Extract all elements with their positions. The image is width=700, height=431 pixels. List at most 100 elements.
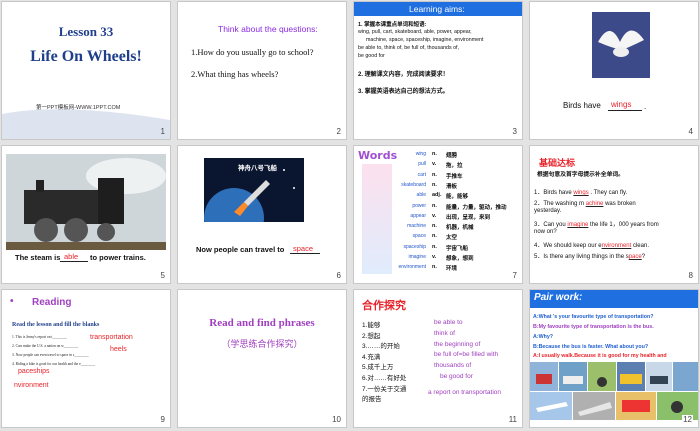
vocab-meaning: 拖，拉 <box>446 163 463 170</box>
vocab-meaning: 出现，呈现，来到 <box>446 214 491 221</box>
aim-1: 1. 掌握本课重点单词和短语: <box>358 22 427 28</box>
slide-3-thumbnail[interactable]: Learning aims: 1. 掌握本课重点单词和短语: wing, pul… <box>354 2 522 139</box>
aim-phrases-1: be able to, think of, be full of, thousa… <box>358 45 460 51</box>
aim-words-2: machine, space, spaceship, imagine, envi… <box>366 37 484 43</box>
sentence-end: to power trains. <box>90 253 146 262</box>
lesson-number: Lesson 33 <box>58 24 114 39</box>
vocab-part-of-speech: n. <box>432 264 437 271</box>
english-phrase: the beginning of <box>434 341 481 348</box>
vocab-part-of-speech: v. <box>432 212 437 219</box>
slide-1-thumbnail[interactable]: Lesson 33 Life On Wheels! 第一PPT模板网-WWW.1… <box>2 2 170 139</box>
chinese-phrase: 的报告 <box>362 396 382 404</box>
english-phrase: be full of=be filled with <box>434 351 499 358</box>
slide-8-thumbnail[interactable]: 基础达标 根据句意及首字母提示补全单词。 1．Birds have wings … <box>530 146 698 283</box>
phrases-title: Read and find phrases <box>209 317 315 329</box>
exercise-1: 1．Birds have wings . They can fly. <box>534 190 628 196</box>
reading-instruction: Read the lesson and fill the blanks <box>12 322 100 328</box>
vocab-part-of-speech: n. <box>432 243 437 250</box>
chinese-phrase: 6.对……有好处 <box>362 375 407 382</box>
cooperation-title: 合作探究 <box>362 300 406 312</box>
slide-number: 11 <box>508 415 517 424</box>
answer-transportation: transportation <box>90 334 133 341</box>
slide-number: 3 <box>512 127 517 136</box>
vocab-word: able <box>416 192 426 199</box>
slide-footer: 第一PPT模板网-WWW.1PPT.COM <box>36 105 121 111</box>
vocab-part-of-speech: n. <box>432 181 437 188</box>
blank-2: 2. Cars make the U.S. a nation on w_____… <box>12 344 79 348</box>
exercise-title: 基础达标 <box>539 158 576 168</box>
learning-aims-title: Learning aims: <box>409 4 465 14</box>
answer-pace: pace <box>628 254 642 260</box>
slide-7-thumbnail[interactable]: Words wing n. 翅膀 pull v. 拖，拉 cart n. 手推车 skateboa… <box>354 146 522 283</box>
vocab-word: machine <box>407 223 426 230</box>
slide-number: 10 <box>332 415 341 424</box>
aim-words-1: wing, pull, cart, skateboard, able, powe… <box>358 29 472 35</box>
answer-nvironment: nvironment <box>601 243 632 249</box>
exercise-5: 5．Is there any living things in the spac… <box>534 254 646 260</box>
aim-2: 2. 理解课文内容，完成阅读要求！ <box>358 72 449 78</box>
slide-number: 12 <box>682 415 693 424</box>
blank-3: 3. Now people can even travel to space i… <box>12 353 89 357</box>
slide-11-thumbnail[interactable]: 合作探究 1.能够 2.想起 3.……的开始 4.充满 5.成千上万 6.对……有好处 7.… <box>354 290 522 427</box>
exercise-2-cont: yesterday. <box>534 208 562 214</box>
vocab-meaning: 能，能够 <box>446 194 469 201</box>
slide-number: 9 <box>160 415 165 424</box>
slide-12-thumbnail[interactable]: Pair work: A:What 's your favourite type… <box>530 290 698 427</box>
vocab-meaning: 翅膀 <box>446 153 458 159</box>
vocab-part-of-speech: n. <box>432 233 437 240</box>
questions-heading: Think about the questions: <box>218 24 318 34</box>
slide-2-thumbnail[interactable]: Think about the questions: 1.How do you … <box>178 2 346 139</box>
dialogue-a2: B:Because the bus is faster. What about … <box>533 344 649 350</box>
transportation-photos <box>530 362 698 420</box>
aim-3: 3. 掌握英语表达自己的想法方式。 <box>358 89 449 95</box>
vocab-meaning: 宇宙飞船 <box>446 245 469 252</box>
vocab-word: imagine <box>408 254 426 260</box>
vocab-part-of-speech: n. <box>432 151 437 157</box>
bullet: • <box>10 296 14 307</box>
vocab-word: cart <box>417 171 426 178</box>
reading-title: Reading <box>32 297 72 308</box>
bird-image <box>592 12 650 78</box>
answer-blank-line <box>60 261 88 262</box>
lesson-title: Life On Wheels! <box>30 48 142 65</box>
dialogue-q1: A:What 's your favourite type of transpo… <box>533 314 654 320</box>
slide-number: 6 <box>336 271 341 280</box>
slide-10-thumbnail[interactable]: Read and find phrases （学思练合作探究） 10 <box>178 290 346 427</box>
answer-blank-line <box>290 253 320 254</box>
chinese-phrase: 4.充满 <box>362 353 381 361</box>
sentence-start: Birds have <box>563 101 601 110</box>
caption: Now people can travel to <box>196 245 285 254</box>
vocab-meaning: 能量，力量，驱动，推动 <box>446 204 507 211</box>
pair-work-title: Pair work: <box>534 292 583 303</box>
slide-1-background <box>2 2 170 139</box>
answer-paceships: paceships <box>18 368 50 375</box>
slide-4-thumbnail[interactable]: Birds have wings . 4 <box>530 2 698 139</box>
answer-able: able <box>64 252 79 261</box>
slide-5-thumbnail[interactable]: The steam is able to power trains. 5 <box>2 146 170 283</box>
vocab-word: appear <box>410 212 426 219</box>
vocab-word: spaceship <box>403 243 426 250</box>
vocab-part-of-speech: adj. <box>432 192 442 199</box>
phrases-subtitle: （学思练合作探究） <box>221 339 303 349</box>
vocab-word: space <box>412 233 426 240</box>
blank-4: 4. Riding a bike is good for our health … <box>12 362 96 366</box>
slide-6-thumbnail[interactable]: 神舟八号飞船 Now people can travel to space 6 <box>178 146 346 283</box>
vocab-word: pull <box>418 161 426 168</box>
chinese-phrase: 7.一份关于交通 <box>362 385 407 393</box>
vocab-word: power <box>412 202 426 209</box>
chinese-phrase: 3.……的开始 <box>362 343 400 351</box>
vocab-word: wing <box>415 151 426 157</box>
vocab-meaning: 机器，机械 <box>446 225 474 232</box>
sentence-end: . <box>644 102 647 111</box>
vocab-meaning: 滑板 <box>446 183 458 190</box>
exercise-2: 2．The washing m achine was broken <box>534 201 636 207</box>
vocab-meaning: 手推车 <box>446 173 463 180</box>
spaceship-sign: 神舟八号飞船 <box>238 165 277 172</box>
vocab-word: environment <box>398 264 426 271</box>
dialogue-q2: A:Why? <box>533 334 554 340</box>
english-phrase: thousands of <box>434 362 472 369</box>
slide-9-thumbnail[interactable]: • Reading Read the lesson and fill the b… <box>2 290 170 427</box>
question-1: 1.How do you usually go to school? <box>191 47 314 57</box>
vocab-word: skateboard <box>401 181 426 188</box>
vocab-meaning: 太空 <box>446 235 458 242</box>
